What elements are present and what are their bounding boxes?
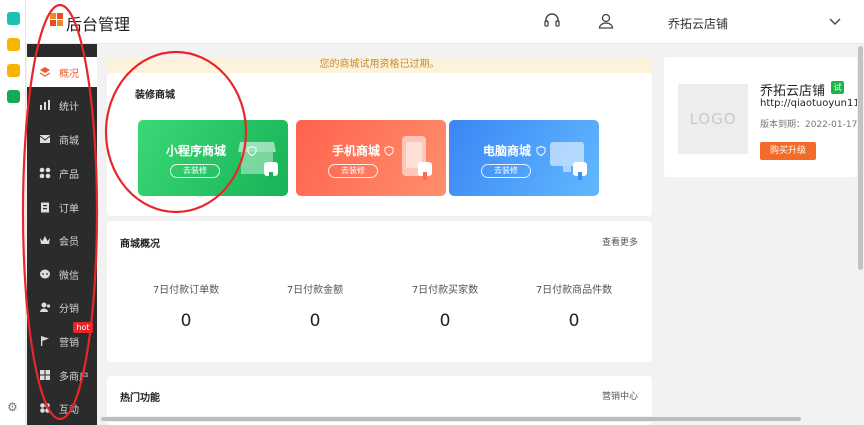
user-icon[interactable] xyxy=(597,12,615,30)
store-url[interactable]: http://qiaotuoyun111 xyxy=(760,98,864,109)
sidebar-item-mall[interactable]: 商城 xyxy=(27,124,97,154)
tile-title: 小程序商城 xyxy=(166,144,227,158)
stat-label: 7日付款商品件数 xyxy=(535,285,613,296)
interact-icon xyxy=(40,403,50,413)
crown-icon xyxy=(40,236,50,244)
sidebar-item-overview[interactable]: 概况 xyxy=(27,57,97,87)
sidebar-item-label: 产品 xyxy=(59,170,79,181)
stat-buyers: 7日付款买家数 0 xyxy=(385,281,505,331)
sidebar-item-wechat[interactable]: 微信 xyxy=(27,259,97,289)
star-icon[interactable] xyxy=(7,38,20,51)
grid-icon xyxy=(39,167,51,179)
sidebar-item-label: 分销 xyxy=(59,304,79,315)
overview-title: 商城概况 xyxy=(120,239,160,250)
header-store-name[interactable]: 乔拓云店铺 xyxy=(668,15,728,32)
sidebar-item-multi-merchant[interactable]: 多商户 xyxy=(27,360,97,390)
sidebar: 概况 统计 商城 产品 订单 会员 微信 分销 营销 多商户 互动 hot xyxy=(27,44,97,425)
upgrade-button[interactable]: 购买升级 xyxy=(760,142,816,160)
chevron-down-icon[interactable] xyxy=(828,14,842,28)
tile-miniprogram-mall[interactable]: 小程序商城 去装修 xyxy=(138,120,288,196)
version-expiry: 版本到期：2022-01-17 xyxy=(760,120,858,130)
weibo-icon[interactable] xyxy=(7,64,20,77)
decorate-button[interactable]: 去装修 xyxy=(170,164,220,178)
sidebar-item-label: 多商户 xyxy=(59,372,89,383)
sidebar-item-stats[interactable]: 统计 xyxy=(27,90,97,120)
phone-icon xyxy=(402,136,432,180)
sidebar-item-label: 统计 xyxy=(59,102,79,113)
marketing-center-link[interactable]: 营销中心 xyxy=(602,389,638,402)
vertical-scrollbar[interactable] xyxy=(857,44,864,425)
sidebar-item-label: 商城 xyxy=(59,136,79,147)
tile-title: 电脑商城 xyxy=(483,144,532,158)
hot-features-title: 热门功能 xyxy=(120,393,160,404)
folder-icon[interactable] xyxy=(7,90,20,103)
browser-side-strip: ⚙ xyxy=(0,0,26,425)
flag-icon xyxy=(41,336,49,346)
top-header: 后台管理 乔拓云店铺 xyxy=(26,0,864,44)
store-logo-placeholder[interactable]: LOGO xyxy=(678,84,748,154)
stat-orders: 7日付款订单数 0 xyxy=(126,281,246,331)
layers-icon xyxy=(39,67,51,77)
stat-label: 7日付款订单数 xyxy=(152,285,220,296)
hot-badge: hot xyxy=(73,322,93,333)
sidebar-item-label: 会员 xyxy=(59,237,79,248)
view-more-link[interactable]: 查看更多 xyxy=(602,235,638,248)
stat-value: 0 xyxy=(568,311,580,331)
clipboard-icon xyxy=(41,202,49,213)
decorate-title: 装修商城 xyxy=(135,90,175,101)
stat-value: 0 xyxy=(439,311,451,331)
trial-badge: 试 xyxy=(831,81,844,94)
app-title: 后台管理 xyxy=(66,15,131,34)
decorate-button[interactable]: 去装修 xyxy=(328,164,378,178)
mail-icon xyxy=(39,135,51,143)
sidebar-item-label: 营销 xyxy=(59,338,79,349)
sidebar-item-distribution[interactable]: 分销 xyxy=(27,292,97,322)
sidebar-item-label: 概况 xyxy=(59,69,79,80)
users-icon xyxy=(40,302,51,312)
stat-items: 7日付款商品件数 0 xyxy=(514,281,634,331)
chat-icon xyxy=(40,269,50,279)
brand-logo-icon xyxy=(50,13,64,27)
sidebar-item-products[interactable]: 产品 xyxy=(27,158,97,188)
stat-label: 7日付款金额 xyxy=(286,285,344,296)
storefront-icon xyxy=(238,142,278,180)
tile-title: 手机商城 xyxy=(332,144,381,158)
shield-check-icon xyxy=(536,146,546,156)
stat-value: 0 xyxy=(180,311,192,331)
headset-icon[interactable] xyxy=(543,12,561,30)
sidebar-item-label: 互动 xyxy=(59,405,79,416)
decorate-button[interactable]: 去装修 xyxy=(481,164,531,178)
shop-icon xyxy=(40,370,50,380)
gear-icon[interactable]: ⚙ xyxy=(7,401,19,413)
sidebar-item-orders[interactable]: 订单 xyxy=(27,192,97,222)
sidebar-item-members[interactable]: 会员 xyxy=(27,225,97,255)
mall-overview-card: 商城概况 查看更多 7日付款订单数 0 7日付款金额 0 7日付款买家数 0 7… xyxy=(107,221,652,362)
tile-pc-mall[interactable]: 电脑商城 去装修 xyxy=(449,120,599,196)
shield-check-icon xyxy=(247,146,257,156)
sidebar-item-label: 订单 xyxy=(59,204,79,215)
trial-expired-notice: 您的商城试用资格已过期。 xyxy=(107,57,652,73)
shield-check-icon xyxy=(384,146,394,156)
chart-icon xyxy=(40,100,50,110)
horizontal-scrollbar[interactable] xyxy=(97,416,857,422)
sidebar-item-interaction[interactable]: 互动 xyxy=(27,393,97,423)
app-icon-teal[interactable] xyxy=(7,12,20,25)
sidebar-item-label: 微信 xyxy=(59,271,79,282)
stat-value: 0 xyxy=(309,311,321,331)
store-name: 乔拓云店铺 xyxy=(760,84,826,99)
monitor-icon xyxy=(550,142,587,180)
tile-mobile-mall[interactable]: 手机商城 去装修 xyxy=(296,120,446,196)
stat-amount: 7日付款金额 0 xyxy=(255,281,375,331)
stat-label: 7日付款买家数 xyxy=(411,285,479,296)
